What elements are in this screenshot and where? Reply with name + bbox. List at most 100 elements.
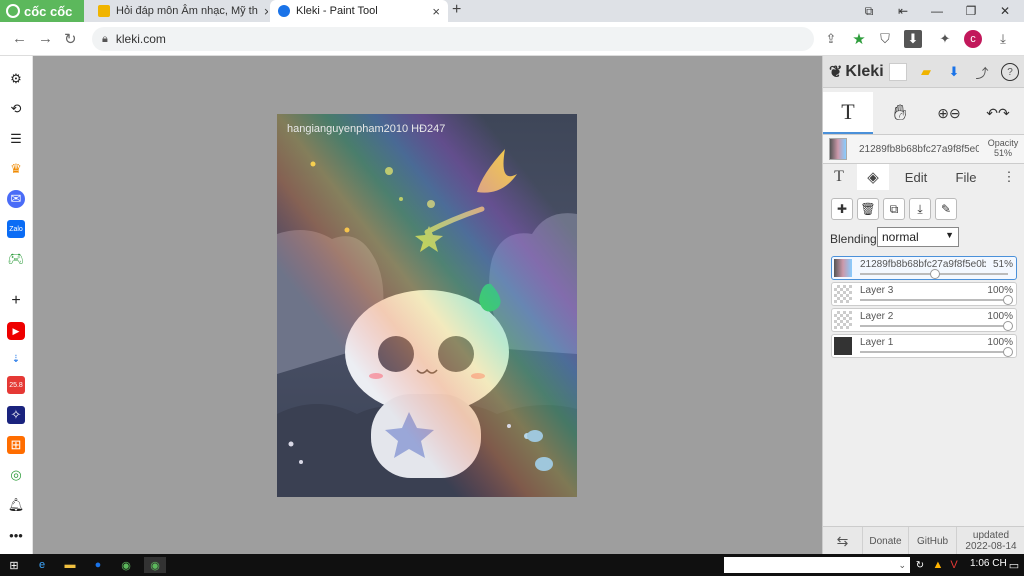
layer-thumbnail [834, 259, 852, 277]
artwork-illustration [277, 114, 577, 497]
share-icon[interactable]: ⇪ [822, 30, 840, 48]
tray-v-icon[interactable]: V [946, 557, 962, 573]
text-tool-icon[interactable]: T [823, 92, 873, 134]
tray-app-icon[interactable]: ▲ [930, 557, 946, 573]
donate-link[interactable]: Donate [863, 527, 909, 555]
help-icon[interactable]: ? [1001, 63, 1019, 81]
share-icon[interactable]: ⤴ [973, 63, 991, 81]
new-image-icon[interactable] [889, 63, 907, 81]
rename-layer-button[interactable]: ✎ [935, 198, 957, 220]
coccoc-taskbar-icon[interactable]: ◉ [118, 557, 134, 573]
reading-list-icon[interactable]: ☰ [7, 130, 25, 148]
merge-layer-button[interactable]: ⤓ [909, 198, 931, 220]
chat-taskbar-icon[interactable]: ● [90, 557, 106, 573]
undo-redo-icon[interactable]: ↶↷ [973, 92, 1023, 134]
back-icon[interactable]: ← [12, 30, 27, 47]
layer-row[interactable]: 21289fb8b68bfc27a9f8f5e0b8 51% [831, 256, 1017, 280]
kleki-bird-icon: ❦ [829, 64, 843, 81]
screenshot-icon[interactable]: ⧉ [852, 0, 886, 22]
save-download-icon[interactable]: ⬇ [945, 63, 963, 81]
layer-row[interactable]: Layer 1 100% [831, 334, 1017, 358]
chat-app-icon[interactable]: ◎ [7, 466, 25, 484]
address-bar[interactable]: 🔒︎ kleki.com [92, 27, 814, 51]
profile-avatar[interactable]: c [964, 30, 982, 48]
close-tab-icon[interactable]: × [432, 4, 440, 19]
notification-center-icon[interactable]: ▭ [1006, 557, 1022, 573]
delete-layer-button[interactable]: 🗑︎ [857, 198, 879, 220]
tab-file[interactable]: File [943, 164, 989, 190]
kleki-logo[interactable]: ❦ Kleki [829, 62, 884, 82]
tab-layers[interactable]: ◈ [857, 164, 889, 190]
extensions-icon[interactable]: ✦ [936, 30, 954, 48]
slider-knob[interactable] [1003, 321, 1013, 331]
game-app-icon[interactable]: ✧ [7, 406, 25, 424]
taskbar-clock: 1:06 CH [970, 558, 1007, 569]
youtube-icon[interactable]: ▶ [7, 322, 25, 340]
windows-start-icon[interactable]: ⊞ [6, 557, 22, 573]
canvas-watermark: hangianguyenpham2010 HĐ247 [287, 123, 446, 135]
zalo-icon[interactable]: Zalo [7, 220, 25, 238]
layer-row[interactable]: Layer 2 100% [831, 308, 1017, 332]
more-menu-icon[interactable]: ⋮ [999, 164, 1019, 190]
layer-opacity-slider[interactable] [860, 269, 1008, 279]
coccoc-active-taskbar-icon[interactable]: ◉ [144, 557, 166, 573]
tab-edit[interactable]: Edit [893, 164, 939, 190]
shopping-icon[interactable]: ⊞ [7, 436, 25, 454]
zoom-icon[interactable]: ⊕⊖ [927, 92, 971, 134]
messenger-icon[interactable]: ✉ [7, 190, 25, 208]
download-save-icon[interactable]: ⬇ [904, 30, 922, 48]
layer-thumbnail [834, 337, 852, 355]
lock-icon: 🔒︎ [102, 32, 108, 45]
coccoc-menu-button[interactable]: cốc cốc [0, 0, 84, 22]
kleki-favicon-icon [278, 5, 290, 17]
slider-knob[interactable] [1003, 295, 1013, 305]
slider-knob[interactable] [1003, 347, 1013, 357]
tab-title: Kleki - Paint Tool [296, 5, 378, 17]
layer-thumbnail [834, 311, 852, 329]
crown-icon[interactable]: ♛ [7, 160, 25, 178]
new-tab-button[interactable]: + [452, 1, 461, 19]
add-sidebar-item-icon[interactable]: + [7, 292, 25, 310]
tab-tools[interactable]: T [823, 164, 855, 190]
github-link[interactable]: GitHub [909, 527, 957, 555]
hand-tool-icon[interactable]: ✋︎ [875, 92, 925, 134]
close-tab-icon[interactable]: × [264, 4, 268, 19]
bookmark-star-icon[interactable]: ★ [850, 30, 868, 48]
forward-icon[interactable]: → [38, 30, 53, 47]
open-folder-icon[interactable]: ▰ [917, 63, 935, 81]
add-layer-button[interactable]: ✚ [831, 198, 853, 220]
close-window-button[interactable]: ✕ [988, 0, 1022, 22]
file-explorer-icon[interactable]: ▬ [62, 557, 78, 573]
tray-search-box[interactable]: ⌄ [724, 557, 910, 573]
canvas-workspace[interactable]: hangianguyenpham2010 HĐ247 [33, 56, 822, 554]
back-history-icon[interactable]: ⇤ [886, 0, 920, 22]
notification-bell-icon[interactable]: 🔔︎ [7, 496, 25, 514]
history-icon[interactable]: ⟲ [7, 100, 25, 118]
settings-gear-icon[interactable]: ⚙ [7, 70, 25, 88]
more-options-icon[interactable]: ••• [7, 526, 25, 544]
download-small-icon[interactable]: ⇣ [7, 350, 25, 368]
updated-date: 2022-08-14 [965, 541, 1017, 552]
swap-panel-icon[interactable]: ⇆ [823, 527, 863, 555]
game-controller-icon[interactable]: 🎮︎ [7, 250, 25, 268]
layer-opacity-slider[interactable] [860, 321, 1013, 331]
slider-knob[interactable] [930, 269, 941, 279]
downloads-icon[interactable]: ⤓ [994, 30, 1012, 48]
restore-button[interactable]: ❐ [954, 0, 988, 22]
refresh-tray-icon[interactable]: ↻ [912, 557, 928, 573]
active-layer-name: 21289fb8b68bfc27a9f8f5e0b [859, 144, 979, 155]
shield-icon[interactable]: ⛉ [876, 30, 894, 48]
minimize-button[interactable]: — [920, 0, 954, 22]
blending-select[interactable]: normal ▼ [877, 227, 959, 247]
layer-row[interactable]: Layer 3 100% [831, 282, 1017, 306]
reload-icon[interactable]: ↻ [64, 30, 77, 48]
drawing-canvas[interactable]: hangianguyenpham2010 HĐ247 [277, 114, 577, 497]
calendar-icon[interactable]: 25.8 [7, 376, 25, 394]
layer-opacity-slider[interactable] [860, 295, 1013, 305]
tab-hoidap[interactable]: Hỏi đáp môn Âm nhạc, Mỹ th × [90, 0, 268, 22]
edge-icon[interactable]: e [34, 557, 50, 573]
layer-preview-swatch [829, 138, 847, 160]
layer-opacity-slider[interactable] [860, 347, 1013, 357]
duplicate-layer-button[interactable]: ⧉ [883, 198, 905, 220]
tab-kleki[interactable]: Kleki - Paint Tool × [270, 0, 448, 22]
